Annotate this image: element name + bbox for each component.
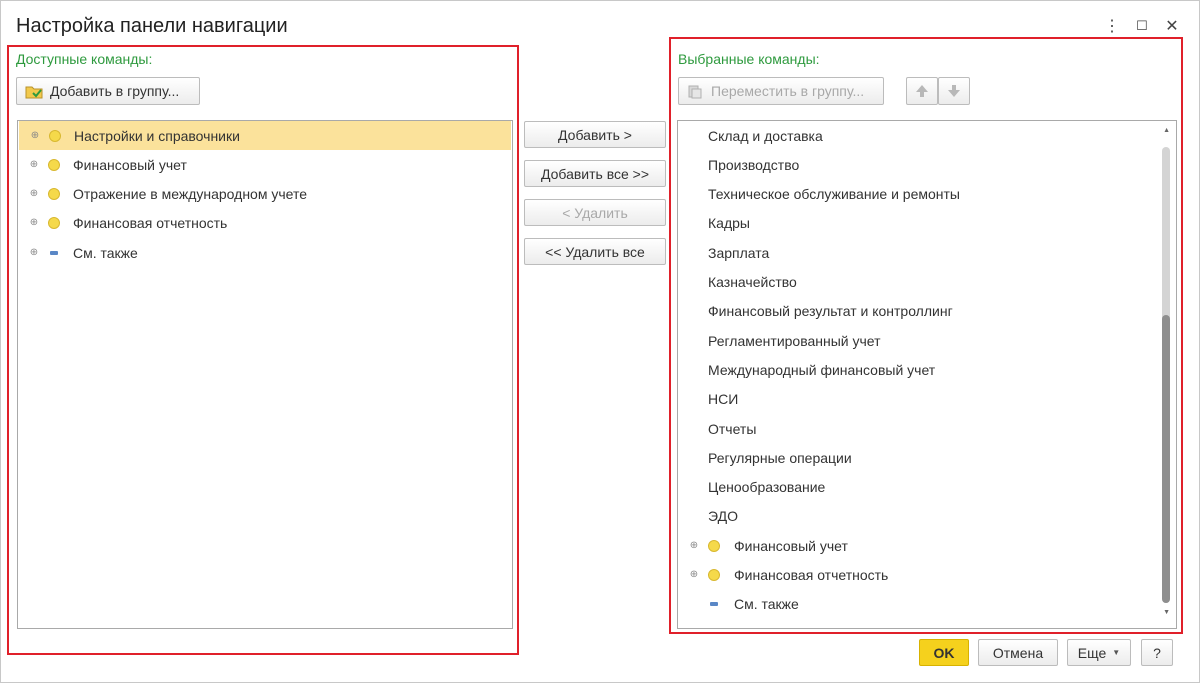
more-label: Еще xyxy=(1077,644,1107,661)
expand-icon[interactable]: ⊕ xyxy=(28,247,40,259)
add-button[interactable]: Добавить > xyxy=(524,121,666,148)
expand-icon[interactable]: ⊕ xyxy=(28,217,40,229)
group-circle-icon xyxy=(708,569,720,581)
list-item[interactable]: ⊕ Финансовый учет xyxy=(18,150,512,179)
list-item-label: Регулярные операции xyxy=(708,449,852,466)
list-item[interactable]: Казначейство xyxy=(678,268,1176,297)
move-to-group-button[interactable]: Переместить в группу... xyxy=(678,77,884,105)
expand-icon[interactable]: ⊕ xyxy=(29,130,41,142)
expand-icon[interactable]: ⊕ xyxy=(688,569,700,581)
list-item[interactable]: Производство xyxy=(678,150,1176,179)
list-item[interactable]: ⊕ Отражение в международном учете xyxy=(18,180,512,209)
group-circle-icon xyxy=(48,217,60,230)
list-item[interactable]: См. также xyxy=(678,590,1176,619)
remove-all-button[interactable]: << Удалить все xyxy=(524,238,666,265)
list-item-label: Финансовый учет xyxy=(73,156,187,173)
list-item[interactable]: Регулярные операции xyxy=(678,443,1176,472)
menu-icon[interactable]: ⋮ xyxy=(1099,13,1125,39)
maximize-icon[interactable]: ☐ xyxy=(1129,13,1155,39)
group-circle-icon xyxy=(48,158,60,171)
list-item-label: Международный финансовый учет xyxy=(708,361,936,378)
list-item-label: См. также xyxy=(734,596,799,613)
move-icon xyxy=(687,84,703,99)
list-item[interactable]: Зарплата xyxy=(678,238,1176,267)
list-item[interactable]: ⊕ Настройки и справочники xyxy=(19,121,511,150)
list-item-label: Склад и доставка xyxy=(708,127,823,144)
help-button[interactable]: ? xyxy=(1141,639,1173,666)
remove-button[interactable]: < Удалить xyxy=(524,199,666,226)
ok-button[interactable]: OK xyxy=(919,639,969,666)
arrow-up-icon xyxy=(916,85,928,97)
move-up-button[interactable] xyxy=(906,77,938,105)
window-controls: ⋮ ☐ ✕ xyxy=(1099,13,1185,39)
chevron-down-icon: ▼ xyxy=(1112,648,1121,657)
list-item-label: Финансовая отчетность xyxy=(73,215,228,232)
list-item[interactable]: Кадры xyxy=(678,209,1176,238)
available-commands-label: Доступные команды: xyxy=(16,51,153,67)
selected-commands-label: Выбранные команды: xyxy=(678,51,820,67)
list-item-label: Производство xyxy=(708,156,800,173)
arrow-down-icon xyxy=(948,85,960,97)
move-down-button[interactable] xyxy=(938,77,970,105)
move-to-group-label: Переместить в группу... xyxy=(711,83,865,99)
list-item[interactable]: Отчеты xyxy=(678,414,1176,443)
list-item-label: См. также xyxy=(73,244,138,261)
list-item[interactable]: Финансовый результат и контроллинг xyxy=(678,297,1176,326)
list-item-label: Зарплата xyxy=(708,244,770,261)
list-item-label: Финансовая отчетность xyxy=(734,567,889,583)
list-item[interactable]: Склад и доставка xyxy=(678,121,1176,150)
expand-icon[interactable]: ⊕ xyxy=(28,159,40,171)
list-item[interactable]: Регламентированный учет xyxy=(678,326,1176,355)
list-item-label: Техническое обслуживание и ремонты xyxy=(708,186,960,203)
dialog-window: Настройка панели навигации ⋮ ☐ ✕ Доступн… xyxy=(0,0,1200,683)
group-circle-icon xyxy=(49,129,61,142)
list-item-label: Финансовый учет xyxy=(734,537,848,554)
list-item[interactable]: ЭДО xyxy=(678,502,1176,531)
list-item[interactable]: Международный финансовый учет xyxy=(678,355,1176,384)
selected-commands-list[interactable]: ▲ ▼ Склад и доставка Производство Техничес… xyxy=(677,120,1177,629)
close-icon[interactable]: ✕ xyxy=(1159,13,1185,39)
list-item[interactable]: Ценообразование xyxy=(678,473,1176,502)
dialog-title: Настройка панели навигации xyxy=(16,15,288,37)
list-item-label: НСИ xyxy=(708,391,739,408)
group-circle-icon xyxy=(708,539,720,552)
add-to-group-label: Добавить в группу... xyxy=(50,83,180,99)
list-item-label: Кадры xyxy=(708,215,750,232)
cancel-button[interactable]: Отмена xyxy=(978,639,1058,666)
see-also-icon xyxy=(710,602,718,607)
add-to-group-button[interactable]: Добавить в группу... xyxy=(16,77,200,105)
list-item-label: Настройки и справочники xyxy=(74,127,240,144)
list-item-label: Отражение в международном учете xyxy=(73,186,308,203)
list-item[interactable]: ⊕ Финансовая отчетность xyxy=(678,561,1176,590)
expand-icon[interactable]: ⊕ xyxy=(28,188,40,200)
more-button[interactable]: Еще ▼ xyxy=(1067,639,1131,666)
folder-add-icon xyxy=(25,84,43,99)
list-item-label: Казначейство xyxy=(708,274,797,290)
group-circle-icon xyxy=(48,188,60,201)
list-item[interactable]: ⊕ Финансовая отчетность xyxy=(18,209,512,238)
see-also-icon xyxy=(50,250,58,255)
list-item-label: Отчеты xyxy=(708,420,757,437)
add-all-button[interactable]: Добавить все >> xyxy=(524,160,666,187)
list-item[interactable]: Техническое обслуживание и ремонты xyxy=(678,180,1176,209)
expand-icon[interactable]: ⊕ xyxy=(688,540,700,552)
list-item-label: Ценообразование xyxy=(708,479,826,496)
list-item-label: Финансовый результат и контроллинг xyxy=(708,303,953,320)
list-item-label: Регламентированный учет xyxy=(708,332,881,349)
list-item[interactable]: НСИ xyxy=(678,385,1176,414)
list-item[interactable]: ⊕ Финансовый учет xyxy=(678,531,1176,560)
list-item[interactable]: ⊕ См. также xyxy=(18,238,512,267)
list-item-label: ЭДО xyxy=(708,508,738,525)
available-commands-list[interactable]: ⊕ Настройки и справочники ⊕ Финансовый учет… xyxy=(17,120,513,629)
